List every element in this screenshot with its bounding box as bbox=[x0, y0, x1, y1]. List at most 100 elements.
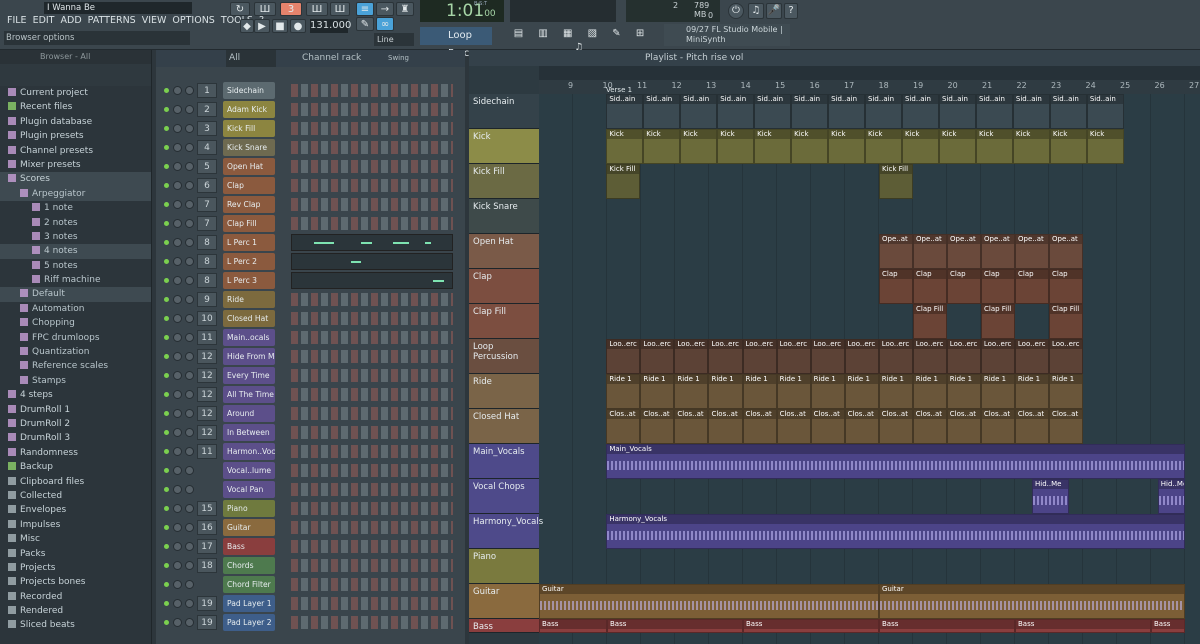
mixer-track-number[interactable]: 4 bbox=[197, 140, 217, 155]
browser-item[interactable]: Collected bbox=[0, 489, 151, 503]
playlist-clip[interactable]: Loo..erc bbox=[1048, 339, 1083, 374]
channel-led[interactable] bbox=[164, 240, 169, 245]
volume-knob[interactable] bbox=[185, 580, 194, 589]
playlist-clip[interactable]: Loo..erc bbox=[1014, 339, 1049, 374]
step-sequencer[interactable] bbox=[291, 312, 453, 325]
playlist-clip[interactable]: Ride 1 bbox=[1014, 374, 1049, 409]
window-shortcuts[interactable]: ▤ ▥ ▦ ▧ ✎ ⊞ ♫ bbox=[512, 27, 652, 53]
bar-number[interactable]: 14 bbox=[741, 81, 751, 90]
playlist-clip[interactable]: Loo..erc bbox=[640, 339, 675, 374]
playlist-clip[interactable]: Loo..erc bbox=[912, 339, 947, 374]
channel-name-button[interactable]: Piano bbox=[223, 500, 275, 517]
volume-knob[interactable] bbox=[185, 523, 194, 532]
playlist-clip[interactable]: Ride 1 bbox=[674, 374, 709, 409]
channel-row[interactable]: Vocal..lume bbox=[156, 461, 465, 480]
track-lane[interactable]: Clap Fill Clap Fill Clap Fill bbox=[539, 304, 1200, 339]
pan-knob[interactable] bbox=[173, 105, 182, 114]
playlist-clip[interactable]: Sid..ain bbox=[717, 94, 755, 129]
channel-led[interactable] bbox=[164, 392, 169, 397]
mini-piano-roll[interactable] bbox=[291, 272, 453, 289]
bar-number[interactable]: 16 bbox=[810, 81, 820, 90]
pan-knob[interactable] bbox=[173, 295, 182, 304]
mixer-track-number[interactable]: 11 bbox=[197, 330, 217, 345]
volume-knob[interactable] bbox=[185, 504, 194, 513]
pan-knob[interactable] bbox=[173, 181, 182, 190]
playlist-clip[interactable]: Clap bbox=[981, 269, 1015, 304]
tempo-display[interactable]: 131.000 bbox=[310, 19, 351, 33]
step-sequencer[interactable] bbox=[291, 293, 453, 306]
playlist-clip[interactable]: Kick bbox=[865, 129, 902, 164]
channel-name-button[interactable]: Open Hat bbox=[223, 158, 275, 175]
channel-name-button[interactable]: Chords bbox=[223, 557, 275, 574]
mixer-track-number[interactable]: 8 bbox=[197, 235, 217, 250]
bar-number[interactable]: 20 bbox=[948, 81, 958, 90]
pan-knob[interactable] bbox=[173, 618, 182, 627]
channel-row[interactable]: 10 Closed Hat bbox=[156, 309, 465, 328]
power-icon[interactable]: ⏻ bbox=[728, 3, 744, 19]
browser-item[interactable]: Default bbox=[0, 287, 151, 302]
playlist-clip[interactable]: Sid..ain bbox=[1049, 94, 1087, 129]
metronome-icon[interactable]: ♜ bbox=[396, 2, 414, 16]
bar-number[interactable]: 24 bbox=[1086, 81, 1096, 90]
pan-knob[interactable] bbox=[173, 314, 182, 323]
browser-item[interactable]: FPC drumloops bbox=[0, 331, 151, 345]
volume-knob[interactable] bbox=[185, 333, 194, 342]
channel-row[interactable]: 5 Open Hat bbox=[156, 157, 465, 176]
channel-led[interactable] bbox=[164, 620, 169, 625]
channel-name-button[interactable]: Every Time bbox=[223, 367, 275, 384]
step-sequencer[interactable] bbox=[291, 578, 453, 591]
volume-knob[interactable] bbox=[185, 124, 194, 133]
track-header[interactable]: Ride bbox=[469, 374, 539, 409]
playlist-clip[interactable]: Loo..erc bbox=[980, 339, 1015, 374]
playlist-clip[interactable]: Sid..ain bbox=[1012, 94, 1050, 129]
bar-number[interactable]: 26 bbox=[1155, 81, 1165, 90]
browser-item[interactable]: 2 notes bbox=[0, 216, 151, 230]
volume-knob[interactable] bbox=[185, 200, 194, 209]
playlist-clip[interactable]: Clap bbox=[947, 269, 981, 304]
playlist-clip[interactable]: Bass bbox=[1015, 619, 1151, 633]
playlist-clip[interactable]: Ride 1 bbox=[776, 374, 811, 409]
channel-led[interactable] bbox=[164, 145, 169, 150]
playlist-clip[interactable]: Clos..at bbox=[878, 409, 913, 444]
playlist-clip[interactable]: Harmony_Vocals bbox=[606, 514, 1185, 549]
playlist-clip[interactable]: Sid..ain bbox=[791, 94, 829, 129]
playlist-clip[interactable]: Ope..at bbox=[879, 234, 913, 269]
menu-item[interactable]: VIEW bbox=[139, 14, 170, 27]
pan-knob[interactable] bbox=[173, 466, 182, 475]
step-sequencer[interactable] bbox=[291, 388, 453, 401]
playlist-clip[interactable]: Loo..erc bbox=[878, 339, 913, 374]
rack-filter[interactable]: All bbox=[226, 50, 276, 67]
mixer-track-number[interactable]: 15 bbox=[197, 501, 217, 516]
stop-button[interactable]: ■ bbox=[272, 19, 288, 33]
step-edit-button[interactable]: Ш bbox=[306, 2, 328, 16]
channel-led[interactable] bbox=[164, 221, 169, 226]
pan-knob[interactable] bbox=[173, 542, 182, 551]
volume-knob[interactable] bbox=[185, 390, 194, 399]
browser-item[interactable]: DrumRoll 2 bbox=[0, 417, 151, 431]
playlist-clip[interactable]: Kick bbox=[938, 129, 976, 164]
volume-knob[interactable] bbox=[185, 447, 194, 456]
browser-item[interactable]: Clipboard files bbox=[0, 475, 151, 489]
playlist-clip[interactable]: Loo..erc bbox=[946, 339, 981, 374]
channel-led[interactable] bbox=[164, 316, 169, 321]
channel-name-button[interactable]: L Perc 1 bbox=[223, 234, 275, 251]
channel-name-button[interactable]: Closed Hat bbox=[223, 310, 275, 327]
record-button[interactable]: ● bbox=[290, 19, 306, 33]
browser-item[interactable]: DrumRoll 1 bbox=[0, 403, 151, 417]
playlist-clip[interactable]: Kick bbox=[975, 129, 1013, 164]
playlist-clip[interactable]: Kick bbox=[680, 129, 718, 164]
channel-row[interactable]: 3 Kick Fill bbox=[156, 119, 465, 138]
browser-item[interactable]: Projects bbox=[0, 561, 151, 575]
playlist-clip[interactable]: Sid..ain bbox=[902, 94, 939, 129]
volume-knob[interactable] bbox=[185, 162, 194, 171]
browser-item[interactable]: Channel presets bbox=[0, 144, 151, 158]
blend-button[interactable]: Ш bbox=[330, 2, 350, 16]
track-lane[interactable]: Clos..at Clos..at Clos..at Clos..at Clos..at… bbox=[539, 409, 1200, 444]
step-sequencer[interactable] bbox=[291, 407, 453, 420]
step-sequencer[interactable] bbox=[291, 540, 453, 553]
playlist-clip[interactable]: Clos..at bbox=[912, 409, 947, 444]
pan-knob[interactable] bbox=[173, 561, 182, 570]
channel-name-button[interactable]: Around bbox=[223, 405, 275, 422]
menu-item[interactable]: PATTERNS bbox=[85, 14, 139, 27]
playlist-clip[interactable]: Sid..ain bbox=[975, 94, 1013, 129]
